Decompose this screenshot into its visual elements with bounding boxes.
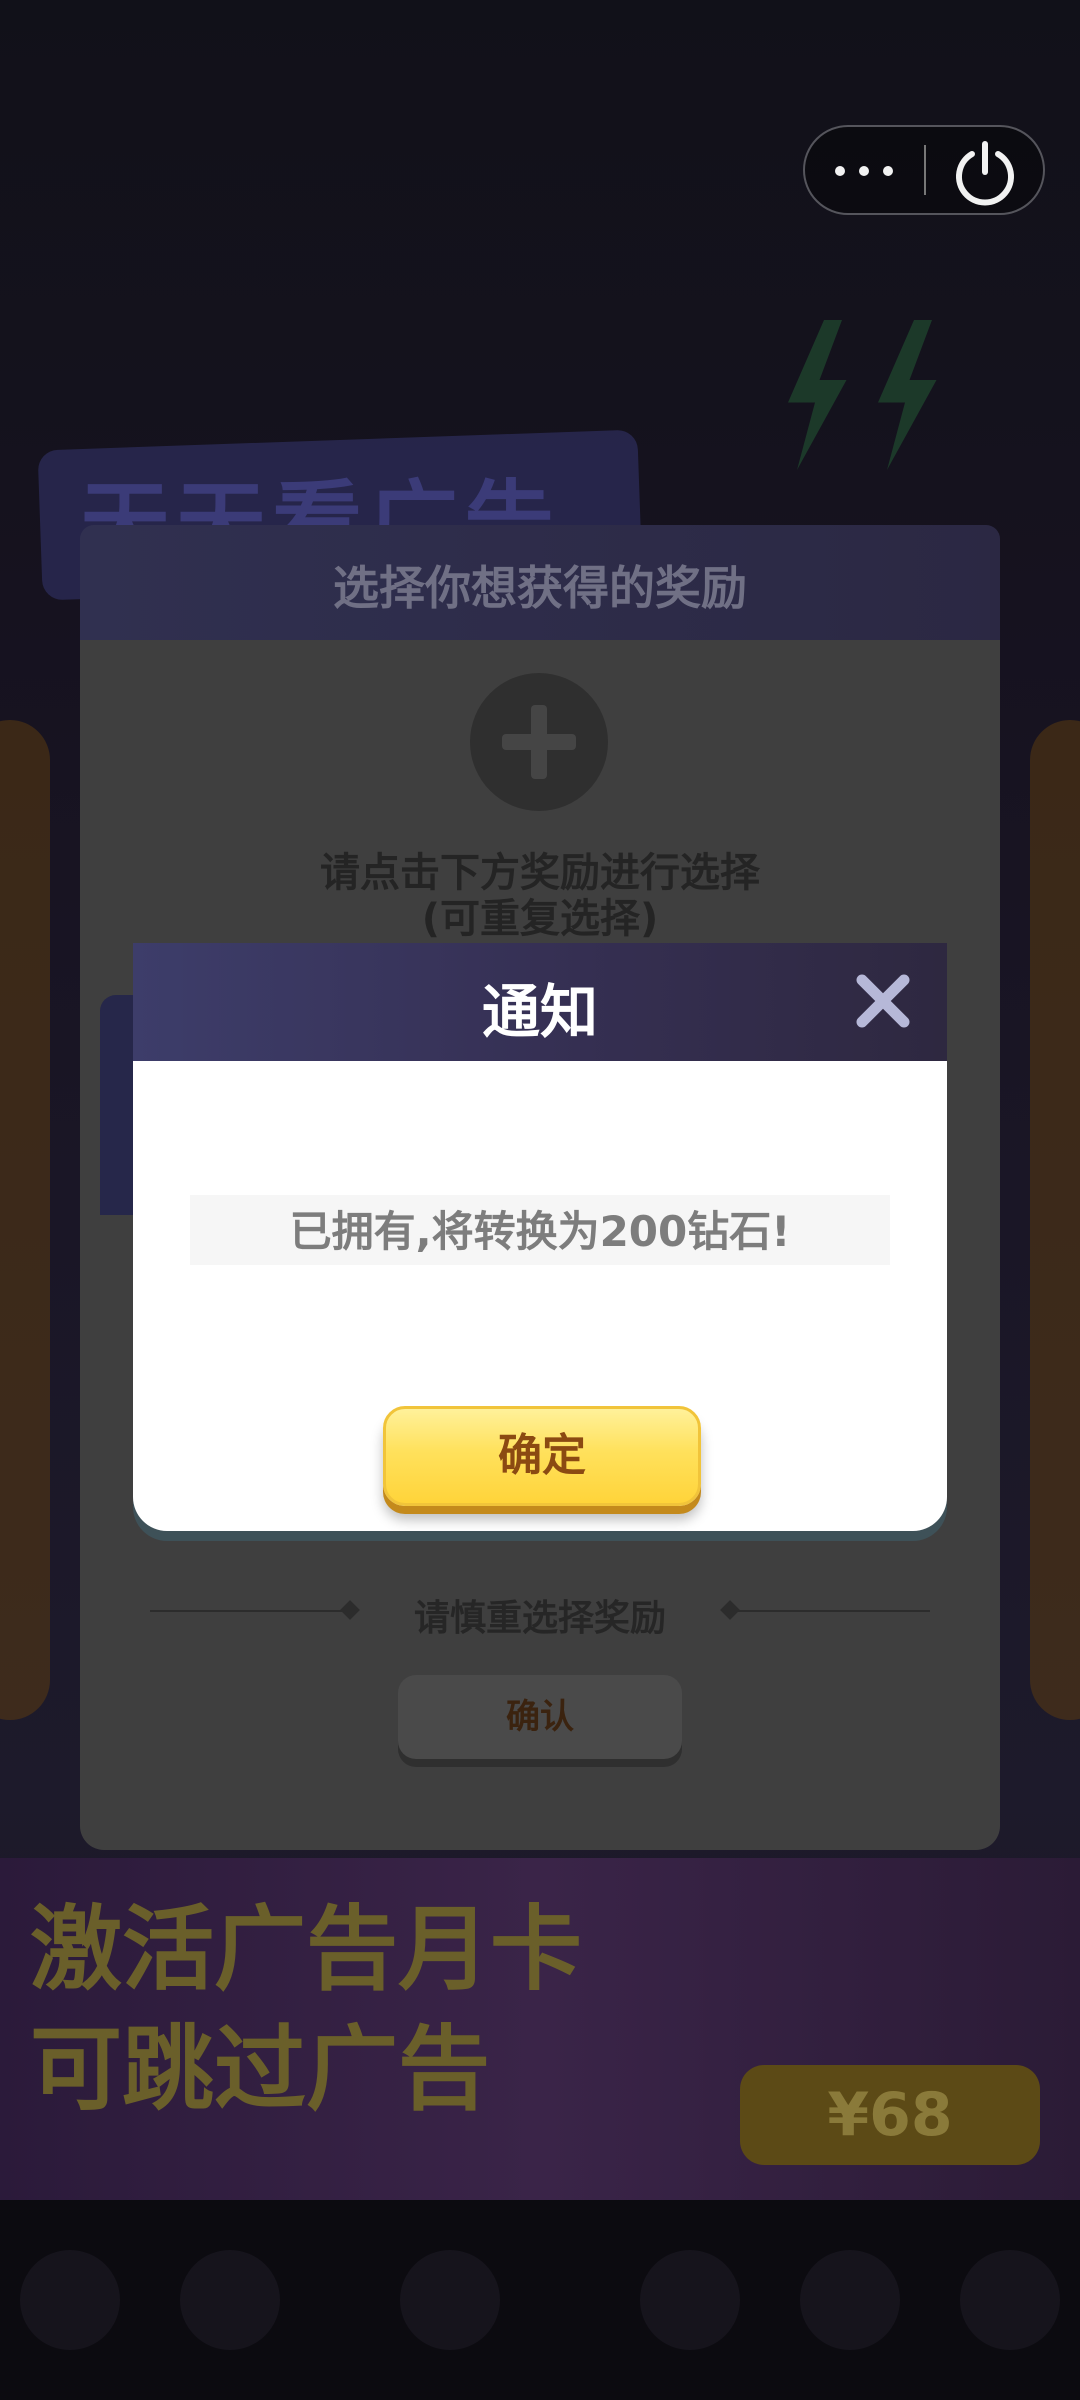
bottom-navigation xyxy=(0,2200,1080,2400)
nav-item xyxy=(640,2250,740,2350)
nav-item xyxy=(20,2250,120,2350)
plus-icon xyxy=(470,673,608,811)
more-dots-icon[interactable] xyxy=(805,127,923,213)
nav-item xyxy=(400,2250,500,2350)
nav-item xyxy=(960,2250,1060,2350)
reward-panel-title: 选择你想获得的奖励 xyxy=(333,561,747,615)
side-decoration xyxy=(1030,720,1080,1720)
dialog-message: 已拥有,将转换为200钻石! xyxy=(289,1207,791,1256)
divider-left xyxy=(150,1610,350,1612)
nav-item xyxy=(800,2250,900,2350)
caution-text: 请慎重选择奖励 xyxy=(413,1598,666,1639)
hint-line-1: 请点击下方奖励进行选择 xyxy=(320,850,760,896)
hint-line-2: (可重复选择) xyxy=(421,896,659,942)
ok-button[interactable]: 确定 xyxy=(383,1406,701,1506)
ad-monthly-card-price: ¥68 xyxy=(740,2065,1040,2165)
miniprogram-capsule xyxy=(803,125,1045,215)
divider-right xyxy=(730,1610,930,1612)
power-icon[interactable] xyxy=(926,127,1043,213)
ad-monthly-card-text: 激活广告月卡 可跳过广告 xyxy=(30,1896,583,2123)
side-decoration xyxy=(0,720,50,1720)
confirm-reward-button: 确认 xyxy=(398,1675,682,1759)
nav-item xyxy=(180,2250,280,2350)
close-icon[interactable] xyxy=(848,966,918,1036)
dialog-title: 通知 xyxy=(481,978,598,1046)
reward-panel-hint: 请点击下方奖励进行选择 (可重复选择) xyxy=(80,850,1000,942)
